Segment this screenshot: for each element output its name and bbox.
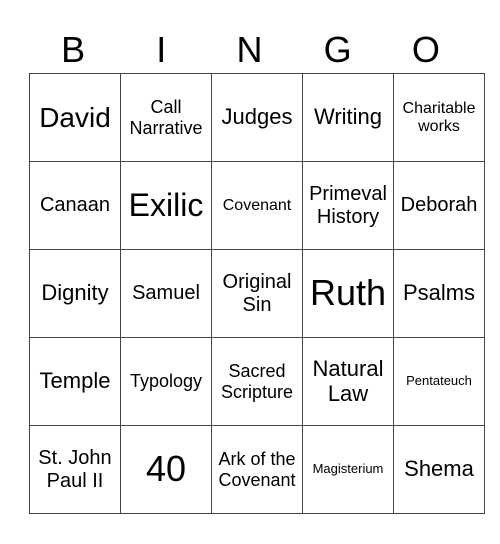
bingo-cell[interactable]: Deborah (393, 161, 485, 250)
grid-row: Temple Typology Sacred Scripture Natural… (29, 337, 485, 426)
grid-row: Canaan Exilic Covenant Primeval History … (29, 161, 485, 250)
header-letter-i: I (156, 29, 167, 70)
bingo-cell[interactable]: Judges (211, 73, 303, 162)
bingo-cell[interactable]: David (29, 73, 121, 162)
bingo-cell[interactable]: Original Sin (211, 249, 303, 338)
bingo-grid: David Call Narrative Judges Writing Char… (29, 73, 485, 514)
header-letter-n: N (236, 29, 263, 70)
bingo-cell[interactable]: Shema (393, 425, 485, 514)
bingo-cell[interactable]: Ark of the Covenant (211, 425, 303, 514)
grid-row: St. John Paul II 40 Ark of the Covenant … (29, 425, 485, 514)
header-letter-o: O (411, 29, 440, 70)
bingo-cell[interactable]: Primeval History (302, 161, 394, 250)
bingo-cell[interactable]: Pentateuch (393, 337, 485, 426)
bingo-cell[interactable]: Temple (29, 337, 121, 426)
bingo-cell[interactable]: Call Narrative (120, 73, 212, 162)
bingo-cell[interactable]: Psalms (393, 249, 485, 338)
bingo-cell[interactable]: 40 (120, 425, 212, 514)
bingo-cell[interactable]: Writing (302, 73, 394, 162)
bingo-cell[interactable]: Magisterium (302, 425, 394, 514)
bingo-cell[interactable]: Natural Law (302, 337, 394, 426)
bingo-cell[interactable]: Charitable works (393, 73, 485, 162)
bingo-cell[interactable]: Canaan (29, 161, 121, 250)
bingo-cell[interactable]: Typology (120, 337, 212, 426)
bingo-cell[interactable]: Samuel (120, 249, 212, 338)
bingo-cell[interactable]: Dignity (29, 249, 121, 338)
bingo-cell[interactable]: Ruth (302, 249, 394, 338)
bingo-cell[interactable]: Sacred Scripture (211, 337, 303, 426)
header-letter-g: G (323, 29, 352, 70)
header-letter-b: B (61, 29, 86, 70)
bingo-cell[interactable]: Covenant (211, 161, 303, 250)
bingo-cell[interactable]: St. John Paul II (29, 425, 121, 514)
bingo-header: B I N G O (29, 28, 470, 72)
grid-row: Dignity Samuel Original Sin Ruth Psalms (29, 249, 485, 338)
grid-row: David Call Narrative Judges Writing Char… (29, 73, 485, 162)
bingo-cell[interactable]: Exilic (120, 161, 212, 250)
